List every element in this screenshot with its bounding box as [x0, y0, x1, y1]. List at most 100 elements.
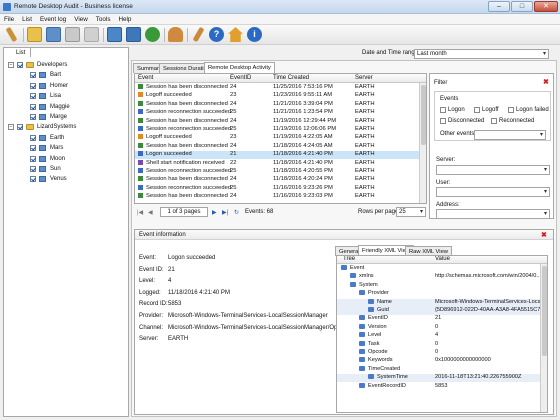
table-row[interactable]: Session reconnection succeeded 25 11/19/20…: [135, 126, 426, 134]
col-event[interactable]: Event: [138, 75, 153, 81]
menu-event-log[interactable]: Event log: [36, 14, 70, 23]
disconnected-checkbox[interactable]: [440, 118, 446, 124]
cell-event: Session reconnection succeeded: [146, 168, 232, 174]
copy-icon[interactable]: [84, 27, 99, 42]
tree-checkbox[interactable]: [30, 114, 36, 120]
tree-checkbox[interactable]: [30, 166, 36, 172]
table-row[interactable]: Shell start notification received 22 11/18…: [135, 159, 426, 168]
grid-scroll-thumb[interactable]: [421, 85, 426, 145]
xml-scrollbar[interactable]: [540, 264, 547, 412]
menu-list[interactable]: List: [18, 14, 36, 23]
table-row[interactable]: Session reconnection succeeded 25 11/21/20…: [135, 109, 426, 117]
tree-checkbox[interactable]: [30, 93, 36, 100]
xml-node[interactable]: Event: [337, 265, 547, 273]
close-button[interactable]: ✕: [534, 1, 558, 12]
grid-scrollbar[interactable]: [419, 83, 426, 203]
table-row[interactable]: Session reconnection succeeded 25 11/16/20…: [135, 184, 426, 193]
cell-id: 22: [230, 159, 237, 166]
tree-checkbox[interactable]: [30, 72, 36, 79]
table-row[interactable]: Session has been disconnected 24 11/18/201…: [135, 142, 426, 151]
xml-node[interactable]: SystemTime 2016-11-18T13:21:40.226755900Z: [337, 374, 547, 383]
tree-checkbox[interactable]: [30, 176, 36, 183]
tree-checkbox[interactable]: [17, 124, 23, 131]
remove-icon[interactable]: [65, 27, 80, 42]
table-row[interactable]: Logoff succeeded 23 11/19/2016 4:22:05 AM E…: [135, 134, 426, 142]
tree-checkbox[interactable]: [30, 145, 36, 152]
tree-checkbox[interactable]: [30, 103, 36, 110]
xml-node[interactable]: Guid {5D896912-022D-40AA-A3A8-4FA5515C7..…: [337, 307, 547, 316]
refresh-page-icon[interactable]: ↻: [234, 209, 239, 216]
xml-scroll-thumb[interactable]: [542, 266, 547, 356]
collapse-icon[interactable]: −: [8, 62, 14, 68]
xml-node[interactable]: System: [337, 281, 547, 290]
logoff-checkbox[interactable]: [474, 107, 480, 113]
tab-list[interactable]: List: [3, 47, 31, 57]
xml-node[interactable]: Provider: [337, 290, 547, 298]
user-icon[interactable]: [168, 27, 183, 42]
table-row[interactable]: Session has been disconnected 24 11/18/201…: [135, 176, 426, 184]
next-page-icon[interactable]: ▶: [212, 209, 217, 216]
tree-checkbox[interactable]: [30, 155, 36, 162]
computer-check-icon[interactable]: [107, 27, 122, 42]
logon-checkbox[interactable]: [440, 107, 446, 113]
xml-node[interactable]: TimeCreated: [337, 365, 547, 374]
reconnected-checkbox[interactable]: [491, 118, 497, 124]
cell-event: Session has been disconnected: [146, 84, 228, 90]
minimize-button[interactable]: –: [488, 1, 510, 12]
menu-help[interactable]: Help: [114, 14, 135, 23]
help-icon[interactable]: ?: [209, 27, 224, 42]
menu-tools[interactable]: Tools: [92, 14, 115, 23]
tab-remote-desktop-activity[interactable]: Remote Desktop Activity: [204, 62, 275, 73]
network-icon[interactable]: [126, 27, 141, 42]
rows-per-page-select[interactable]: 25: [396, 207, 426, 217]
event-info-close-icon[interactable]: ✖: [541, 231, 547, 239]
collapse-icon[interactable]: −: [8, 124, 14, 131]
xml-node[interactable]: Name Microsoft-Windows-TerminalServices-L…: [337, 298, 547, 307]
xml-node[interactable]: xmlns http://schemas.microsoft.com/win/20…: [337, 273, 547, 281]
tree-checkbox[interactable]: [17, 62, 23, 68]
table-row[interactable]: Logon succeeded 21 11/18/2016 4:21:40 PM EA…: [135, 151, 426, 160]
xml-node[interactable]: EventID 21: [337, 315, 547, 323]
wrench-icon[interactable]: [5, 26, 18, 43]
date-range-select[interactable]: Last month: [414, 49, 549, 59]
table-row[interactable]: Session reconnection succeeded 25 11/18/20…: [135, 168, 426, 176]
menu-view[interactable]: View: [70, 14, 92, 23]
col-eventid[interactable]: EventID: [230, 75, 251, 81]
page-indicator[interactable]: 1 of 3 pages: [160, 207, 208, 217]
address-select[interactable]: [436, 209, 550, 219]
last-page-icon[interactable]: ▶|: [222, 209, 228, 216]
filter-close-icon[interactable]: ✖: [543, 78, 549, 86]
logon-failed-checkbox[interactable]: [508, 107, 514, 113]
table-row[interactable]: Session has been disconnected 24 11/25/201…: [135, 84, 426, 92]
user-select[interactable]: [436, 187, 550, 197]
table-row[interactable]: Session has been disconnected 24 11/16/201…: [135, 193, 426, 201]
xml-node[interactable]: Level 4: [337, 332, 547, 340]
first-page-icon[interactable]: |◀: [137, 209, 143, 216]
cell-time: 11/21/2016 3:39:04 PM: [273, 100, 333, 107]
tree-checkbox[interactable]: [30, 134, 36, 141]
tree-label: Lisa: [50, 93, 62, 100]
info-icon[interactable]: i: [247, 27, 262, 42]
table-row[interactable]: Session has been disconnected 24 11/19/201…: [135, 117, 426, 126]
prev-page-icon[interactable]: ◀: [148, 209, 153, 216]
xml-node[interactable]: Opcode 0: [337, 349, 547, 357]
settings-icon[interactable]: [192, 26, 205, 43]
xml-node-value: {5D896912-022D-40AA-A3A8-4FA5515C7...: [435, 307, 546, 313]
tree-checkbox[interactable]: [30, 82, 36, 89]
refresh-icon[interactable]: [145, 27, 160, 42]
xml-node[interactable]: Task 0: [337, 340, 547, 349]
maximize-button[interactable]: □: [511, 1, 533, 12]
server-select[interactable]: [436, 165, 550, 175]
col-time-created[interactable]: Time Created: [273, 75, 309, 81]
table-row[interactable]: Session has been disconnected 24 11/21/201…: [135, 100, 426, 109]
xml-node[interactable]: Version 0: [337, 323, 547, 332]
home-icon[interactable]: [228, 27, 243, 42]
xml-node[interactable]: Keywords 0x1000000000000000: [337, 357, 547, 365]
other-events-select[interactable]: [474, 130, 546, 140]
menu-file[interactable]: File: [0, 14, 18, 23]
table-row[interactable]: Logoff succeeded 23 11/23/2016 9:55:11 AM E…: [135, 92, 426, 100]
add-computer-icon[interactable]: [46, 27, 61, 42]
col-server[interactable]: Server: [355, 75, 373, 81]
add-folder-icon[interactable]: [27, 27, 42, 42]
xml-node[interactable]: EventRecordID 5853: [337, 382, 547, 391]
